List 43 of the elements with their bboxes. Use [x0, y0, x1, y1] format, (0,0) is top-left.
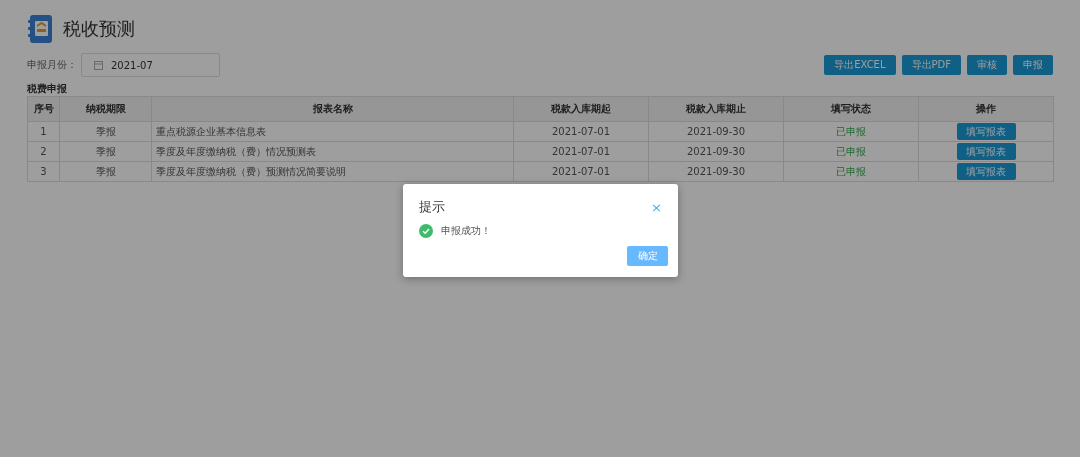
column-header: 操作: [918, 96, 1054, 122]
column-header: 税款入库期止: [648, 96, 784, 122]
month-field[interactable]: 2021-07: [81, 53, 220, 77]
field-label: 申报月份：: [27, 58, 77, 72]
page-title: 税收预测: [63, 17, 135, 41]
column-header: 报表名称: [151, 96, 514, 122]
fill-form-button[interactable]: 填写报表: [956, 123, 1016, 140]
confirm-button[interactable]: 确定: [627, 246, 668, 266]
calendar-icon: [94, 60, 103, 70]
status-cell: 已申报: [783, 121, 919, 142]
table-cell: 1: [27, 121, 60, 142]
table-cell: 季度及年度缴纳税（费）情况预测表: [151, 141, 514, 162]
table-cell: 2021-09-30: [648, 121, 784, 142]
column-header: 填写状态: [783, 96, 919, 122]
fill-form-button[interactable]: 填写报表: [956, 163, 1016, 180]
table-cell: 2021-07-01: [513, 121, 649, 142]
table-cell: 重点税源企业基本信息表: [151, 121, 514, 142]
toolbar-button[interactable]: 导出PDF: [901, 55, 961, 75]
dialog-title: 提示: [419, 198, 445, 216]
toolbar-button[interactable]: 申报: [1013, 55, 1053, 75]
table-cell: 2021-07-01: [513, 161, 649, 182]
table-cell: 季度及年度缴纳税（费）预测情况简要说明: [151, 161, 514, 182]
table-cell: 2: [27, 141, 60, 162]
column-header: 序号: [27, 96, 60, 122]
dialog-message: 申报成功！: [441, 224, 491, 238]
table-cell: 季报: [59, 161, 152, 182]
toolbar-button[interactable]: 导出EXCEL: [824, 55, 896, 75]
toolbar-button[interactable]: 审核: [967, 55, 1007, 75]
table-cell: 3: [27, 161, 60, 182]
table-cell: 季报: [59, 141, 152, 162]
success-check-icon: [419, 224, 433, 238]
table-cell: 季报: [59, 121, 152, 142]
fill-form-button[interactable]: 填写报表: [956, 143, 1016, 160]
table-cell: 2021-07-01: [513, 141, 649, 162]
notebook-icon: [27, 14, 53, 44]
table-cell: 2021-09-30: [648, 141, 784, 162]
column-header: 税款入库期起: [513, 96, 649, 122]
close-button[interactable]: ×: [651, 199, 662, 215]
section-title: 税费申报: [27, 82, 68, 96]
status-cell: 已申报: [783, 141, 919, 162]
status-cell: 已申报: [783, 161, 919, 182]
table-cell: 2021-09-30: [648, 161, 784, 182]
column-header: 纳税期限: [59, 96, 152, 122]
